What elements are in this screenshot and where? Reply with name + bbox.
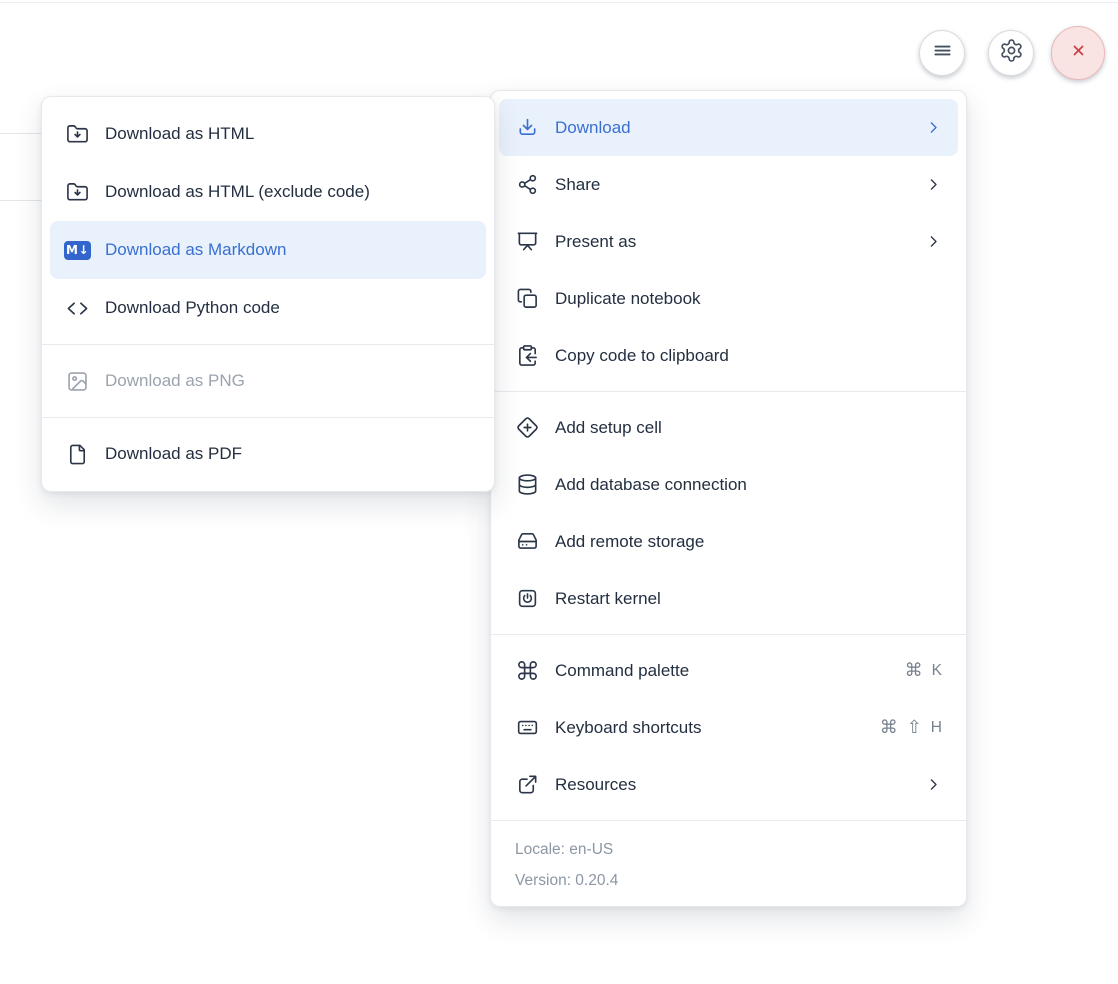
menu-divider [42,417,494,418]
settings-button[interactable] [988,30,1034,76]
shortcut-key: ⌘ [880,717,898,738]
menu-item-keyboard-shortcuts[interactable]: Keyboard shortcuts ⌘ ⇧ H [499,699,958,756]
shortcut-key: ⇧ [907,717,922,738]
menu-item-label: Present as [555,232,909,252]
menu-item-restart-kernel[interactable]: Restart kernel [499,570,958,627]
close-icon [1067,39,1090,67]
markdown-badge-icon: M↓ [64,241,91,260]
close-button[interactable] [1051,26,1105,80]
chevron-right-icon [925,176,942,193]
gear-icon [999,38,1024,68]
shortcut-key: ⌘ [905,660,923,681]
chevron-right-icon [925,119,942,136]
code-icon [64,296,91,320]
markdown-badge-icon: M↓ [64,238,91,262]
menu-item-add-database-connection[interactable]: Add database connection [499,456,958,513]
menu-divider [491,391,966,392]
menu-item-copy-code-to-clipboard[interactable]: Copy code to clipboard [499,327,958,384]
share-icon [515,173,539,197]
diamond-plus-icon [515,416,539,440]
shortcut-key: K [932,662,942,680]
menu-item-resources[interactable]: Resources [499,756,958,813]
menu-item-add-setup-cell[interactable]: Add setup cell [499,399,958,456]
locale-text: Locale: en-US [515,834,942,865]
menu-item-label: Download as PNG [105,371,472,391]
menu-item-share[interactable]: Share [499,156,958,213]
menu-footer: Locale: en-USVersion: 0.20.4 [499,828,958,898]
version-text: Version: 0.20.4 [515,865,942,896]
menu-item-command-palette[interactable]: Command palette ⌘ K [499,642,958,699]
menu-item-label: Command palette [555,661,889,681]
menu-item-label: Download as HTML (exclude code) [105,182,472,202]
menu-item-label: Share [555,175,909,195]
external-link-icon [515,773,539,797]
menu-item-label: Download as PDF [105,444,472,464]
menu-item-add-remote-storage[interactable]: Add remote storage [499,513,958,570]
menu-item-download-as-png[interactable]: Download as PNG [50,352,486,410]
menu-item-label: Add setup cell [555,418,942,438]
menu-item-duplicate-notebook[interactable]: Duplicate notebook [499,270,958,327]
menu-item-download-as-html[interactable]: Download as HTML [50,105,486,163]
power-square-icon [515,587,539,611]
menu-item-download-as-markdown[interactable]: M↓ Download as Markdown [50,221,486,279]
folder-down-icon [64,180,91,204]
menu-item-label: Download [555,118,909,138]
menu-divider [491,634,966,635]
menu-item-label: Download as HTML [105,124,472,144]
file-icon [64,442,91,466]
database-icon [515,473,539,497]
menu-item-label: Copy code to clipboard [555,346,942,366]
menu-item-label: Download as Markdown [105,240,472,260]
background-cell-border [0,133,41,134]
clipboard-copy-icon [515,344,539,368]
menu-item-label: Download Python code [105,298,472,318]
chevron-right-icon [925,776,942,793]
image-icon [64,369,91,393]
shortcut-key: H [931,719,942,737]
menu-divider [42,344,494,345]
page-top-border [0,2,1118,3]
hard-drive-icon [515,530,539,554]
keyboard-icon [515,716,539,740]
menu-item-label: Add remote storage [555,532,942,552]
background-cell-border [0,200,41,201]
menu-item-download-as-pdf[interactable]: Download as PDF [50,425,486,483]
menu-item-download[interactable]: Download [499,99,958,156]
menu-item-download-as-html-exclude-code[interactable]: Download as HTML (exclude code) [50,163,486,221]
menu-item-label: Keyboard shortcuts [555,718,864,738]
menu-item-label: Resources [555,775,909,795]
menu-item-label: Duplicate notebook [555,289,942,309]
copy-icon [515,287,539,311]
chevron-right-icon [925,233,942,250]
download-submenu: Download as HTML Download as HTML (exclud… [41,96,495,492]
hamburger-icon [930,38,955,68]
folder-down-icon [64,122,91,146]
menu-item-download-python-code[interactable]: Download Python code [50,279,486,337]
menu-item-label: Restart kernel [555,589,942,609]
notebook-menu-button[interactable] [919,30,965,76]
download-icon [515,116,539,140]
menu-item-label: Add database connection [555,475,942,495]
notebook-actions-menu: Download Share Present as Duplicate noteboo… [490,90,967,907]
menu-divider [491,820,966,821]
presentation-icon [515,230,539,254]
command-icon [515,659,539,683]
menu-item-present-as[interactable]: Present as [499,213,958,270]
